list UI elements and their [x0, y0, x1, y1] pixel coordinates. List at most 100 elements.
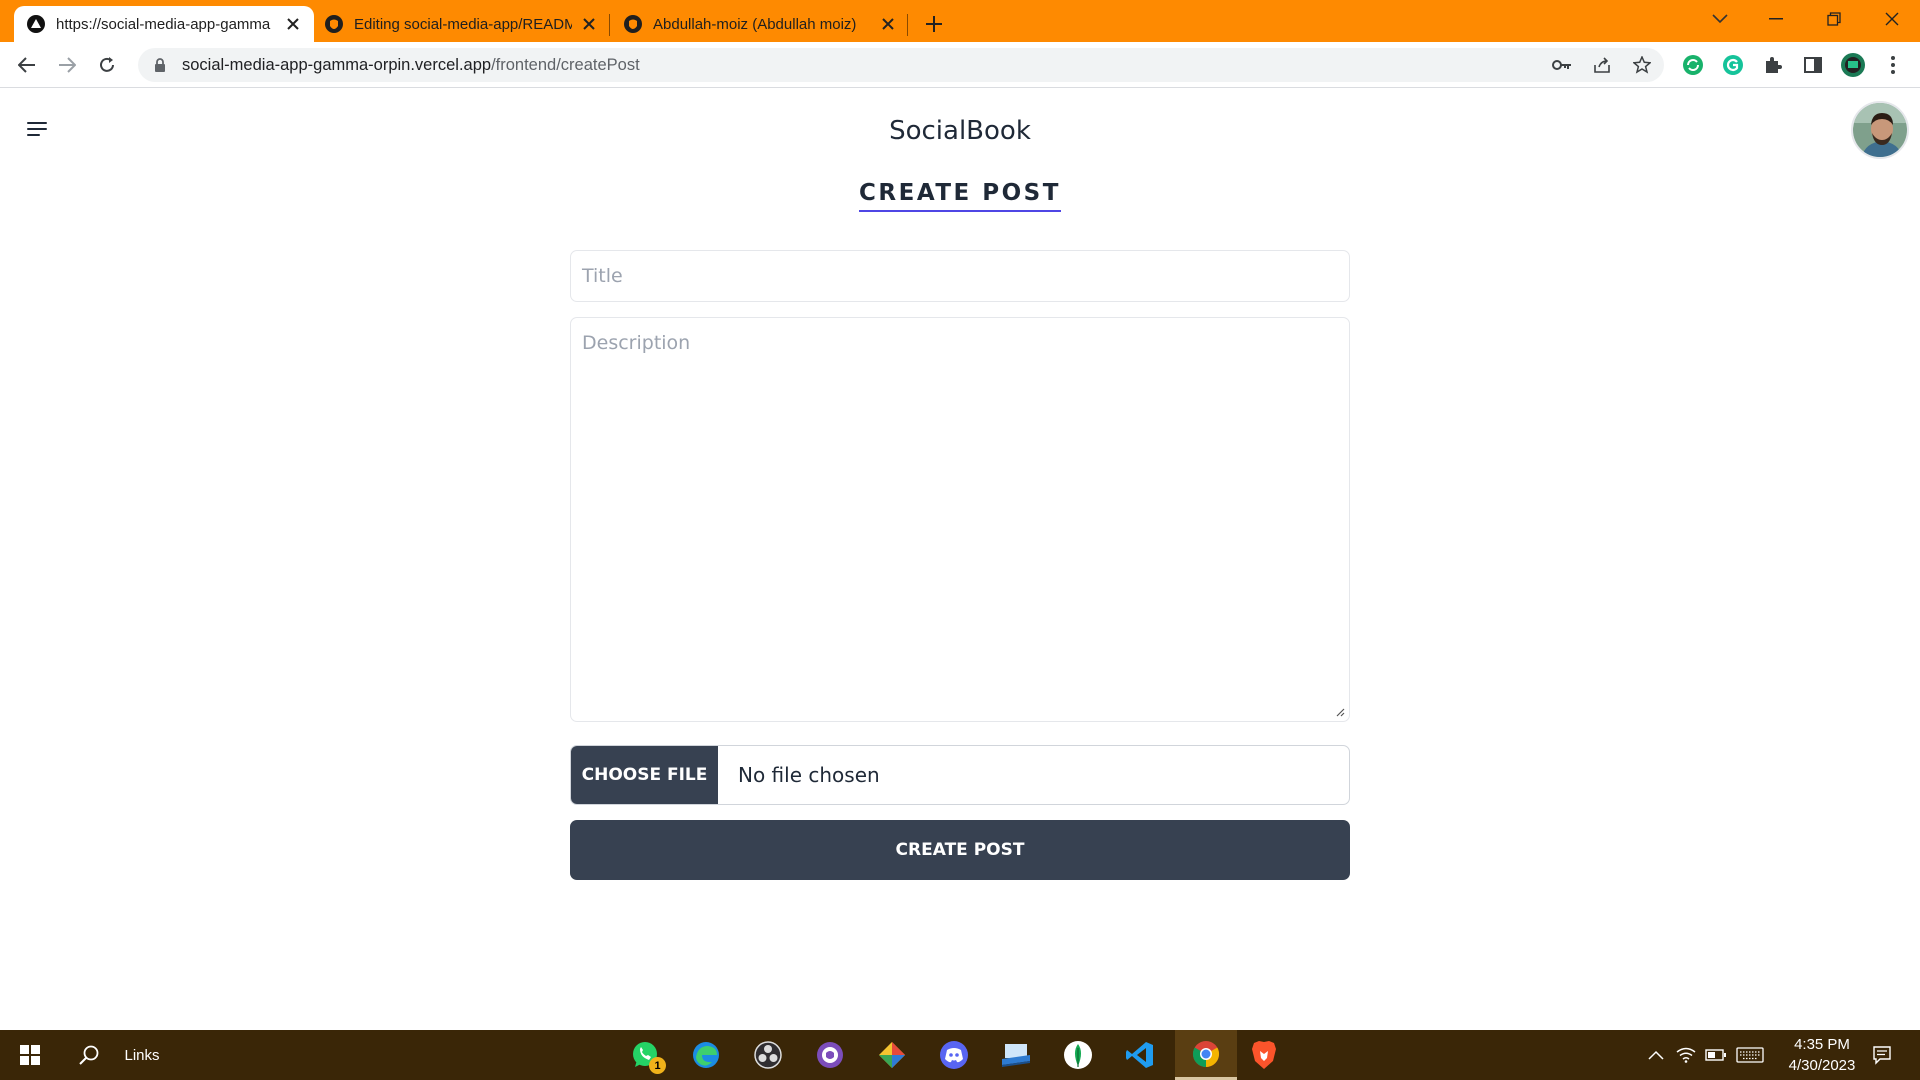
browser-toolbar: social-media-app-gamma-orpin.vercel.app/…: [0, 42, 1920, 88]
tab-title: Abdullah-moiz (Abdullah moiz): [653, 15, 857, 33]
taskbar-vscode[interactable]: [1113, 1030, 1167, 1080]
extension-green-refresh[interactable]: [1679, 51, 1707, 79]
side-panel-button[interactable]: [1799, 51, 1827, 79]
kebab-menu-icon: [1891, 56, 1895, 74]
close-icon: [1885, 12, 1899, 26]
close-icon[interactable]: [879, 15, 897, 33]
github-desktop-icon: [817, 1042, 843, 1068]
taskbar-edge[interactable]: [679, 1030, 733, 1080]
git-kraken-icon: [879, 1042, 905, 1068]
side-panel-icon: [1804, 57, 1822, 73]
description-placeholder: Description: [582, 332, 691, 354]
action-center-button[interactable]: [1864, 1030, 1900, 1080]
chevron-up-icon: [1648, 1050, 1664, 1060]
network-button[interactable]: [1671, 1030, 1701, 1080]
title-placeholder: Title: [582, 265, 623, 287]
sync-icon: [1683, 55, 1703, 75]
file-explorer-icon: [1002, 1044, 1030, 1067]
create-post-button[interactable]: CREATE POST: [570, 820, 1350, 880]
brave-icon: [1252, 1041, 1276, 1069]
tab-search-button[interactable]: [1692, 0, 1748, 38]
share-button[interactable]: [1587, 48, 1617, 82]
reload-button[interactable]: [93, 51, 121, 79]
taskbar-obs[interactable]: [741, 1030, 795, 1080]
restore-button[interactable]: [1806, 0, 1862, 38]
puzzle-icon: [1766, 57, 1782, 73]
arrow-left-icon: [18, 57, 35, 73]
chrome-menu-button[interactable]: [1879, 51, 1907, 79]
chevron-down-icon: [1712, 14, 1728, 24]
star-icon: [1633, 56, 1651, 74]
extension-grammarly[interactable]: [1719, 51, 1747, 79]
page-heading: CREATE POST: [859, 180, 1061, 212]
search-icon: [79, 1045, 99, 1065]
back-button[interactable]: [13, 51, 41, 79]
github-icon: [624, 15, 642, 33]
links-toolbar[interactable]: Links: [112, 1030, 172, 1080]
new-tab-button[interactable]: [920, 10, 948, 38]
choose-file-button[interactable]: CHOOSE FILE: [571, 746, 718, 804]
keyboard-button[interactable]: [1733, 1030, 1767, 1080]
tab-separator: [609, 14, 610, 36]
key-icon: [1552, 60, 1571, 70]
system-clock[interactable]: 4:35 PM 4/30/2023: [1766, 1034, 1878, 1076]
address-bar[interactable]: social-media-app-gamma-orpin.vercel.app/…: [138, 48, 1664, 82]
edge-icon: [693, 1042, 719, 1068]
brand-title[interactable]: SocialBook: [0, 116, 1920, 146]
file-status-text: No file chosen: [738, 763, 880, 787]
discord-icon: [940, 1041, 968, 1069]
taskbar-whatsapp[interactable]: 1: [618, 1030, 672, 1080]
resize-grip-icon[interactable]: [1334, 706, 1345, 717]
tab-github-profile[interactable]: Abdullah-moiz (Abdullah moiz): [611, 6, 909, 42]
taskbar-chrome[interactable]: [1175, 1030, 1237, 1080]
arrow-right-icon: [59, 57, 76, 73]
title-input[interactable]: Title: [570, 250, 1350, 302]
close-window-button[interactable]: [1864, 0, 1920, 38]
extensions-button[interactable]: [1759, 51, 1787, 79]
url-host: social-media-app-gamma-orpin.vercel.app: [182, 55, 492, 74]
tab-editing-readme[interactable]: Editing social-media-app/READM: [312, 6, 610, 42]
reload-icon: [100, 57, 114, 72]
profile-button[interactable]: [1839, 51, 1867, 79]
keyboard-icon: [1736, 1047, 1764, 1063]
vercel-icon: [27, 15, 45, 33]
minimize-icon: [1769, 18, 1783, 20]
search-button[interactable]: [64, 1030, 114, 1080]
clock-date: 4/30/2023: [1788, 1057, 1856, 1074]
tab-separator: [907, 14, 908, 36]
browser-tab-strip: https://social-media-app-gamma Editing s…: [0, 0, 1920, 42]
avatar-photo-icon: [1853, 103, 1907, 157]
taskbar-mongodb[interactable]: [1051, 1030, 1105, 1080]
close-icon[interactable]: [284, 15, 302, 33]
battery-button[interactable]: [1701, 1030, 1731, 1080]
description-textarea[interactable]: Description: [570, 317, 1350, 722]
vscode-icon: [1126, 1042, 1153, 1068]
bookmark-button[interactable]: [1627, 48, 1657, 82]
github-icon: [325, 15, 343, 33]
lock-icon: [155, 58, 165, 72]
taskbar-github-desktop[interactable]: [803, 1030, 857, 1080]
start-button[interactable]: [0, 1030, 60, 1080]
forward-button[interactable]: [53, 51, 81, 79]
clock-time: 4:35 PM: [1794, 1036, 1850, 1053]
taskbar-git-tool[interactable]: [865, 1030, 919, 1080]
password-key-button[interactable]: [1547, 48, 1577, 82]
tab-title: https://social-media-app-gamma: [56, 15, 271, 33]
tab-create-post[interactable]: https://social-media-app-gamma: [14, 6, 314, 42]
minimize-button[interactable]: [1748, 0, 1804, 38]
url-path: /frontend/createPost: [491, 55, 640, 74]
show-hidden-icons-button[interactable]: [1641, 1030, 1671, 1080]
mongodb-icon: [1064, 1041, 1092, 1069]
taskbar-explorer[interactable]: [989, 1030, 1043, 1080]
close-icon[interactable]: [580, 15, 598, 33]
file-input[interactable]: CHOOSE FILE No file chosen: [570, 745, 1350, 805]
user-avatar[interactable]: [1851, 101, 1909, 159]
plus-icon: [926, 16, 942, 32]
taskbar-discord[interactable]: [927, 1030, 981, 1080]
heading-wrap: CREATE POST: [0, 180, 1920, 212]
windows-logo-icon: [20, 1045, 40, 1065]
notification-badge: 1: [649, 1057, 666, 1074]
taskbar-brave[interactable]: [1237, 1030, 1291, 1080]
wifi-icon: [1676, 1047, 1696, 1063]
notification-icon: [1873, 1046, 1891, 1065]
